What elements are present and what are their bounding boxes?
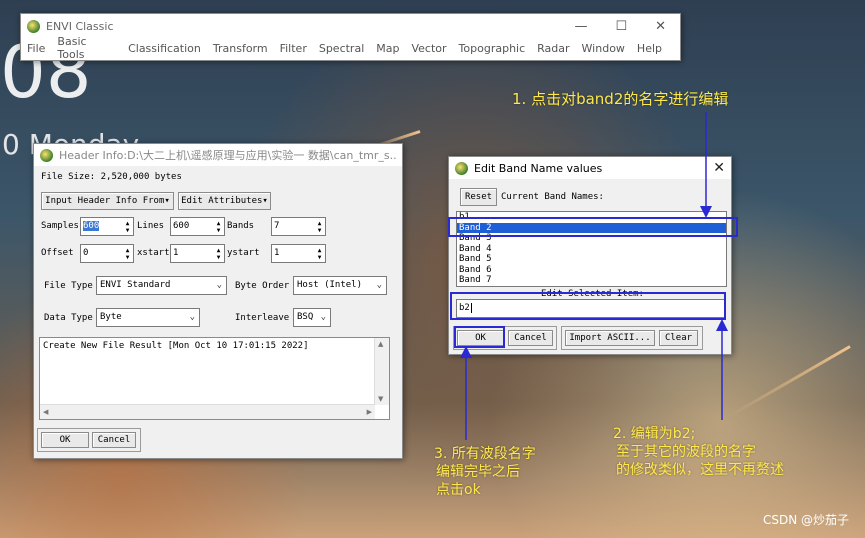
csdn-watermark: CSDN @炒茄子 — [762, 513, 849, 527]
annotation-step2-line3: 的修改类似，这里不再赘述 — [616, 462, 784, 478]
annotation-step2-line1: 2. 编辑为b2; — [613, 426, 696, 442]
annotation-step2-line2: 至于其它的波段的名字 — [616, 444, 756, 460]
annotation-step1: 1. 点击对band2的名字进行编辑 — [512, 90, 729, 108]
annotation-step3-line3: 点击ok — [436, 482, 481, 498]
annotation-step3-line2: 编辑完毕之后 — [436, 464, 520, 480]
annotation-step3-line1: 3. 所有波段名字 — [434, 446, 536, 462]
